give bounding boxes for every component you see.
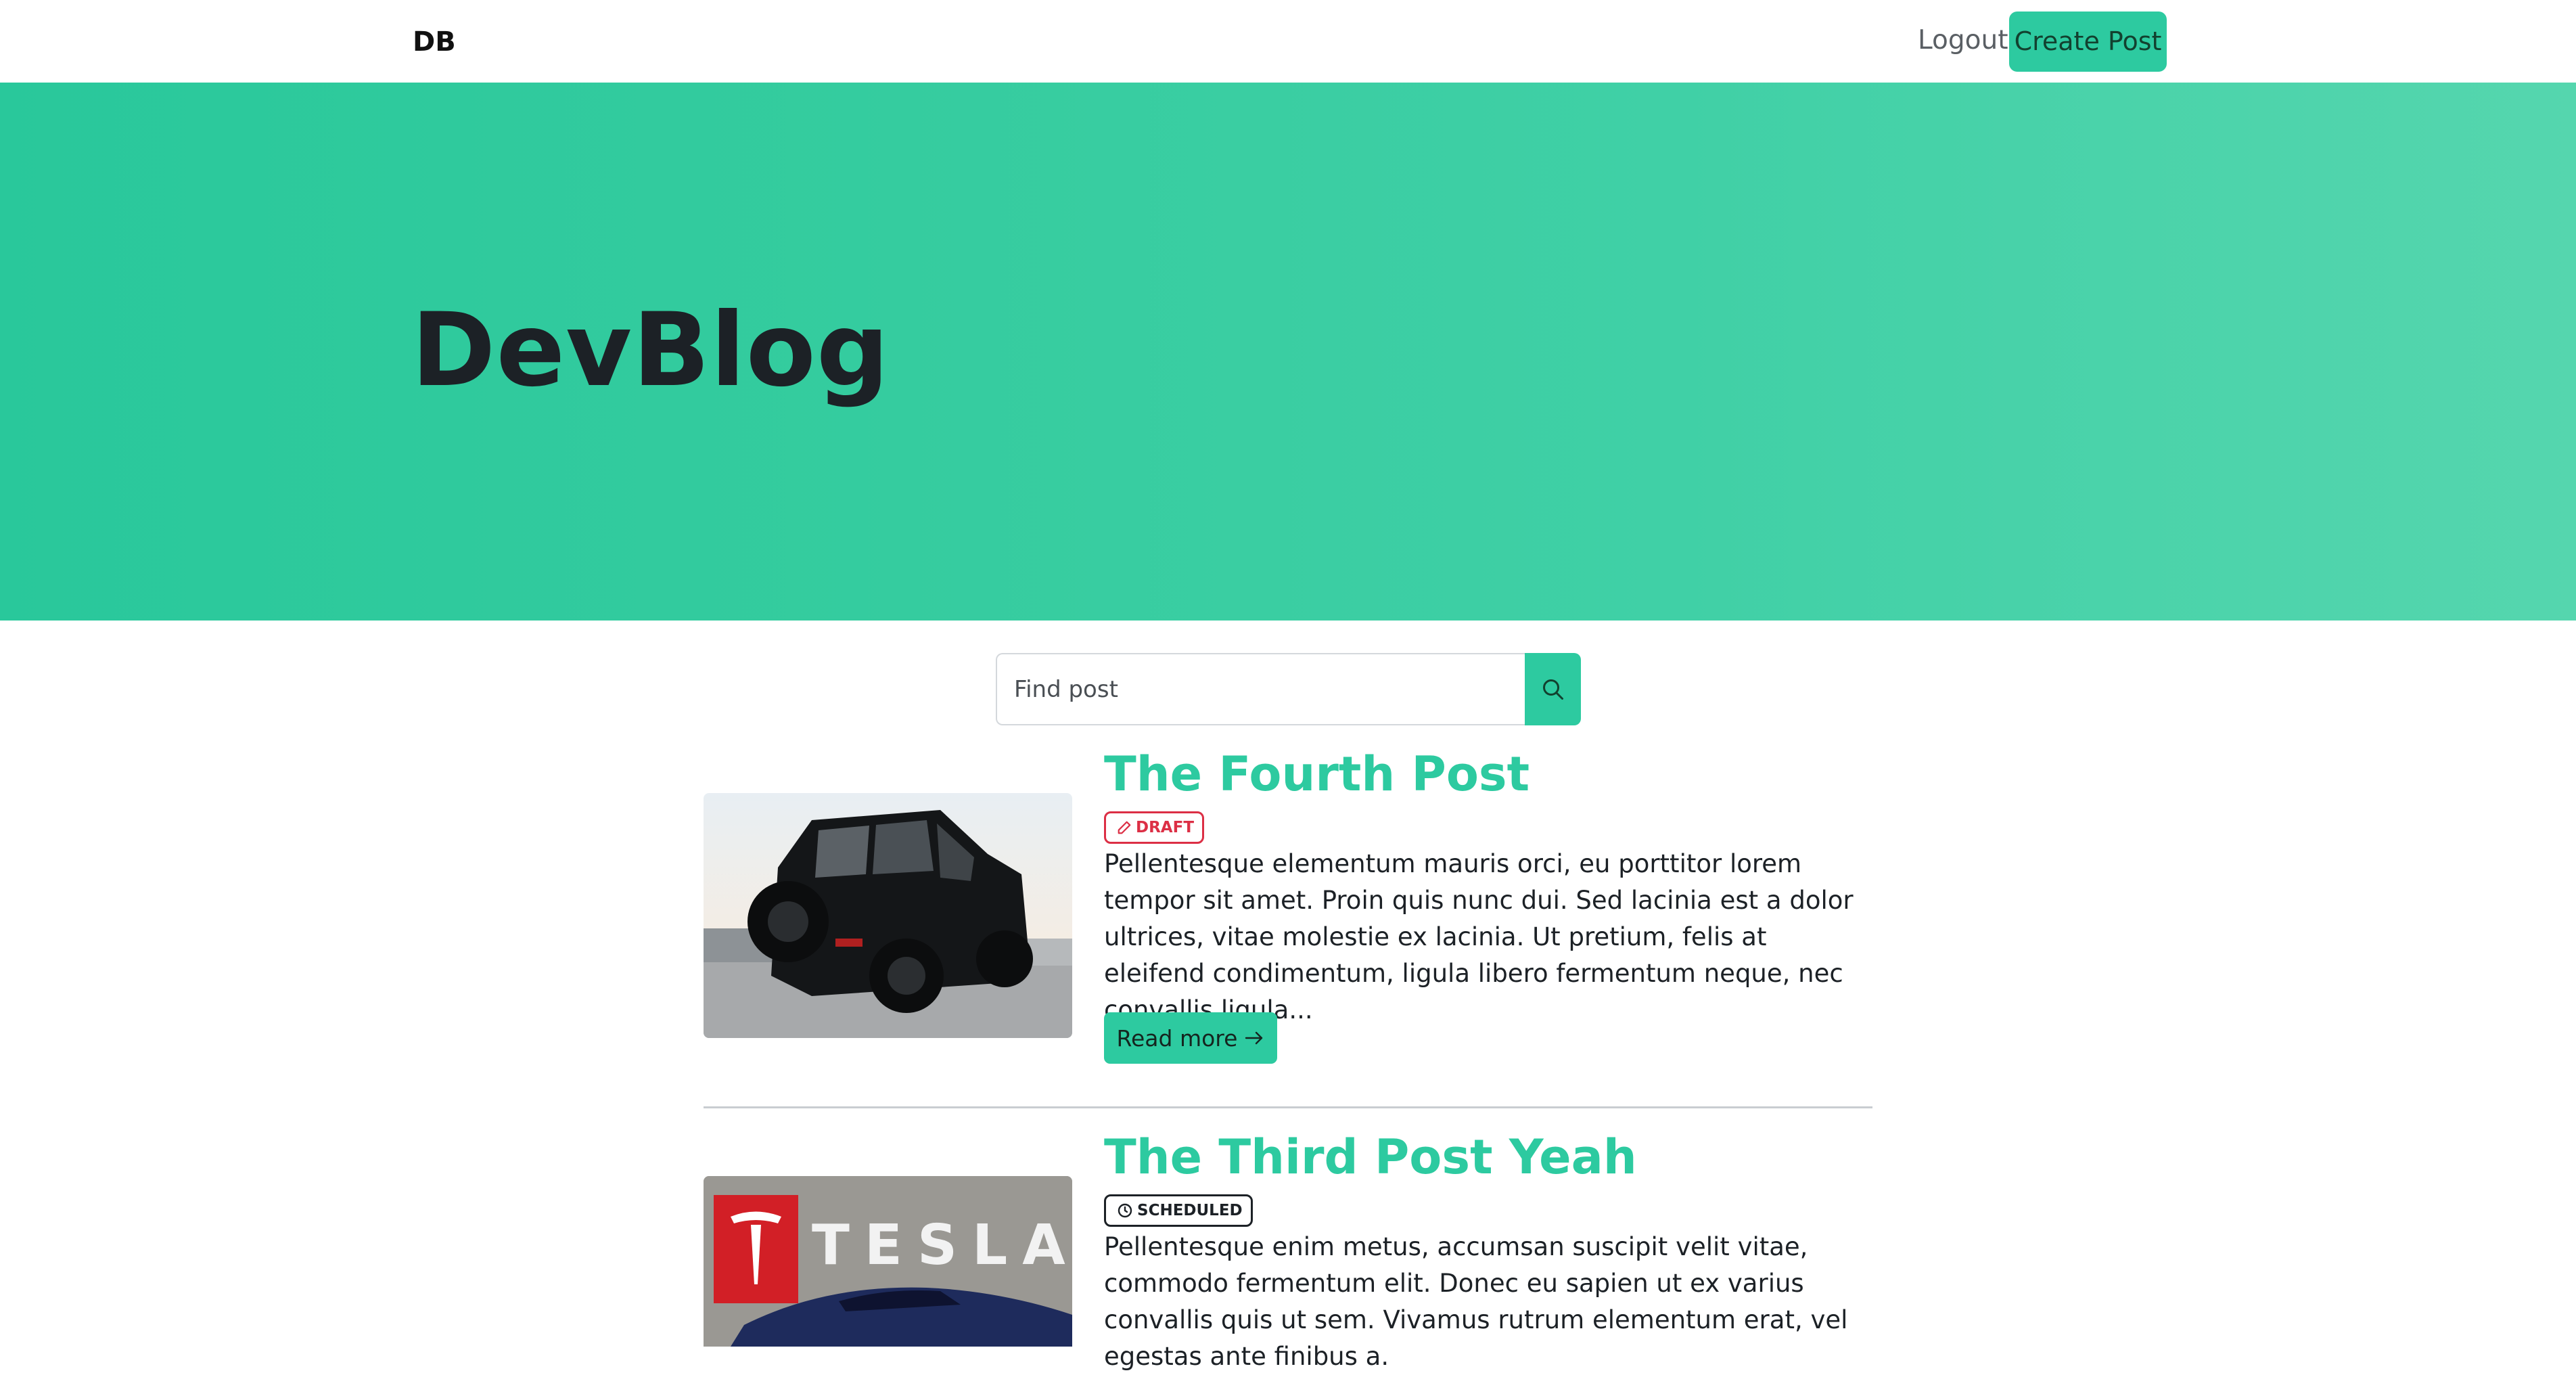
status-badge-scheduled: SCHEDULED	[1104, 1194, 1253, 1227]
read-more-label: Read more	[1116, 1024, 1238, 1052]
status-badge-draft: DRAFT	[1104, 811, 1205, 844]
search-icon	[1542, 679, 1563, 700]
post-excerpt: Pellentesque enim metus, accumsan suscip…	[1104, 1232, 1848, 1371]
search-button[interactable]	[1525, 653, 1581, 725]
navbar: DB Logout Create Post	[0, 0, 2576, 83]
post-excerpt: Pellentesque elementum mauris orci, eu p…	[1104, 849, 1854, 1024]
hero-banner	[0, 83, 2576, 621]
page-title: DevBlog	[411, 292, 890, 409]
post-title[interactable]: The Third Post Yeah	[1104, 1129, 1637, 1186]
post-thumbnail[interactable]: TESLA	[704, 1176, 1072, 1347]
read-more-button[interactable]: Read more	[1104, 1012, 1277, 1064]
post-title[interactable]: The Fourth Post	[1104, 746, 1530, 803]
black-suv-photo	[704, 793, 1072, 1038]
search-input[interactable]	[996, 653, 1525, 725]
post-thumbnail[interactable]	[704, 793, 1072, 1038]
status-badge-label: DRAFT	[1136, 819, 1195, 836]
clock-icon	[1118, 1203, 1132, 1218]
search-bar	[996, 653, 1581, 725]
logout-link[interactable]: Logout	[1918, 23, 2008, 58]
brand-logo[interactable]: DB	[413, 26, 456, 58]
svg-text:TESLA: TESLA	[812, 1213, 1072, 1278]
post-divider	[704, 1106, 1872, 1108]
create-post-button[interactable]: Create Post	[2009, 12, 2167, 72]
arrow-right-icon	[1245, 1031, 1263, 1045]
pencil-icon	[1118, 821, 1131, 834]
hero-curve	[0, 582, 2576, 614]
tesla-showroom-photo: TESLA	[704, 1176, 1072, 1347]
status-badge-label: SCHEDULED	[1137, 1202, 1243, 1219]
